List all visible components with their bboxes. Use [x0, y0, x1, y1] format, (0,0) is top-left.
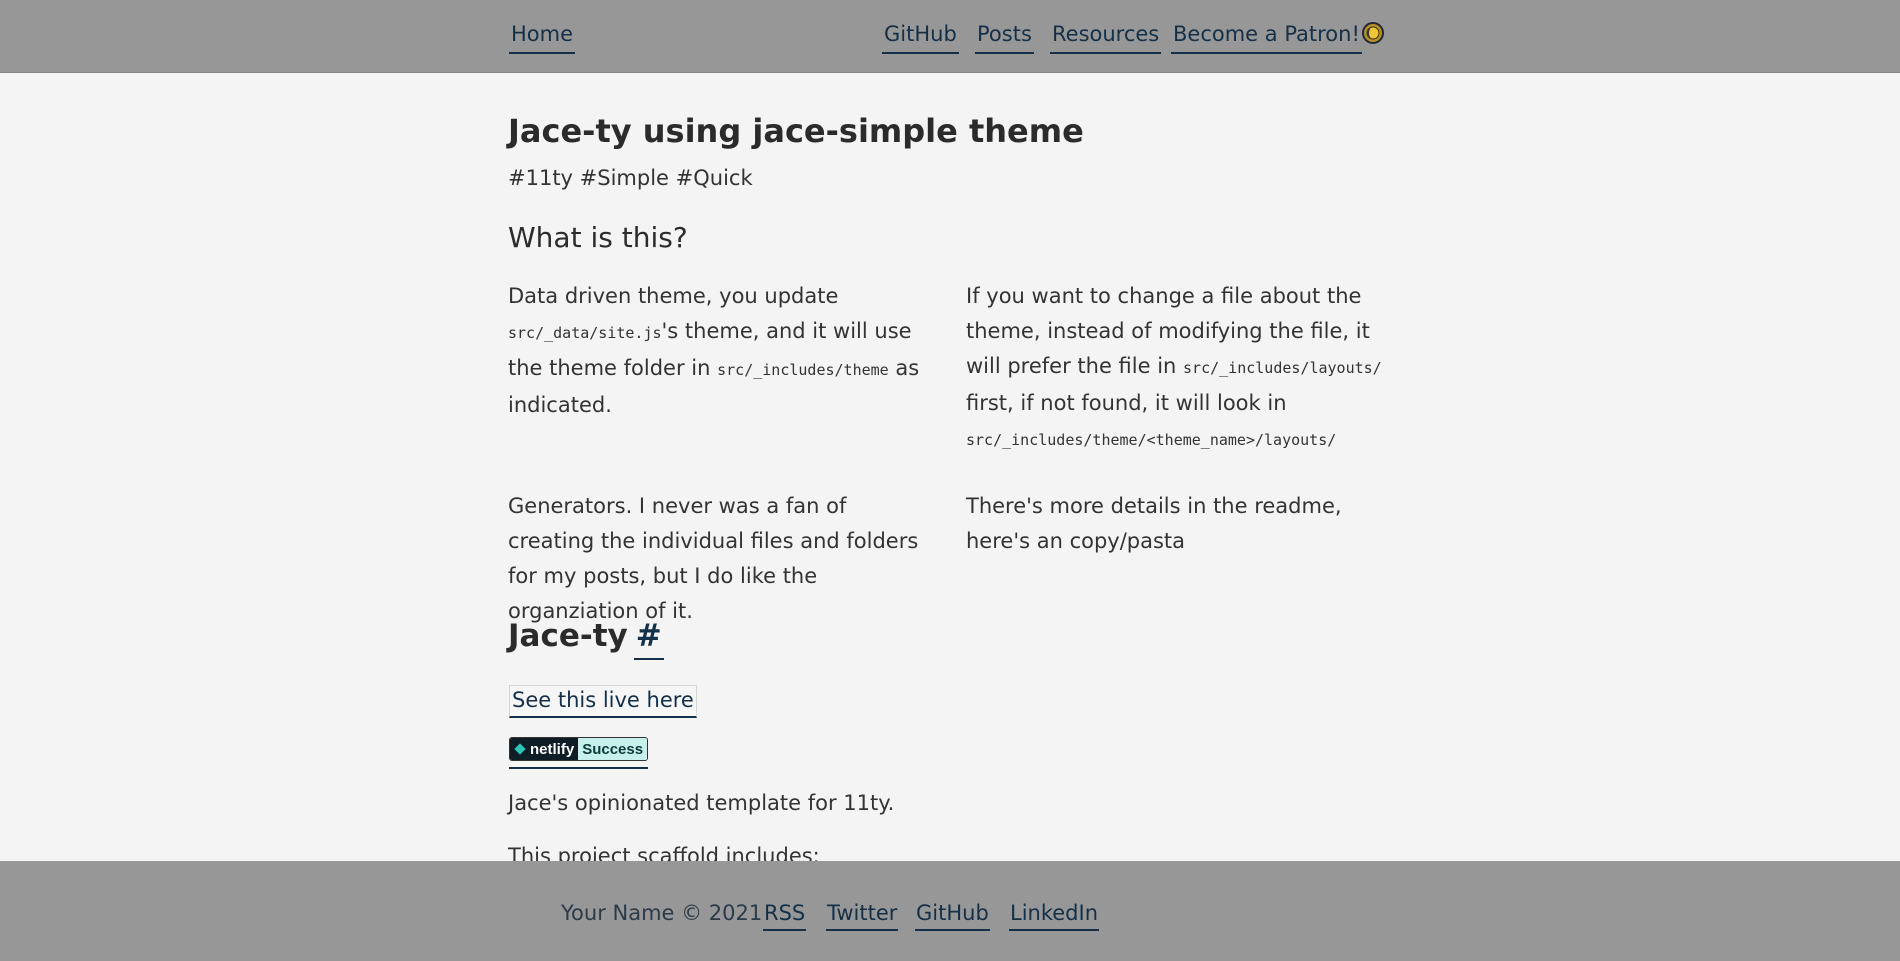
nav-posts-link[interactable]: Posts: [975, 20, 1034, 54]
netlify-status-badge-link[interactable]: netlify Success: [509, 737, 649, 769]
subheading-text: Jace-ty: [508, 618, 628, 654]
badge-success-label: Success: [578, 738, 648, 760]
netlify-logo-icon: [514, 743, 526, 755]
nav-resources-link[interactable]: Resources: [1050, 20, 1162, 54]
paragraph-readme: There's more details in the readme, here…: [966, 494, 1342, 553]
paragraph-text: Data driven theme, you update: [508, 284, 839, 308]
site-header: Home GitHub Posts Resources Become a Pat…: [0, 0, 1900, 73]
nav-github-link[interactable]: GitHub: [882, 20, 959, 54]
badge-netlify-label: netlify: [530, 740, 575, 758]
project-description: Jace's opinionated template for 11ty.: [508, 791, 895, 815]
theme-toggle-icon[interactable]: [1362, 22, 1384, 44]
code-snippet: src/_includes/theme: [717, 361, 889, 379]
footer-twitter-link[interactable]: Twitter: [826, 901, 899, 931]
code-snippet: src/_includes/theme/<theme_name>/layouts…: [966, 431, 1337, 449]
page-title: Jace-ty using jace-simple theme: [508, 112, 1084, 150]
nav-patron-link[interactable]: Become a Patron!: [1171, 20, 1362, 54]
paragraph-data-driven: Data driven theme, you update src/_data/…: [508, 279, 938, 423]
paragraph-layout-override: If you want to change a file about the t…: [966, 279, 1396, 458]
code-snippet: src/_includes/layouts/: [1183, 359, 1382, 377]
heading-anchor-link[interactable]: #: [633, 618, 664, 660]
netlify-status-badge: netlify Success: [509, 737, 649, 761]
footer-copyright: Your Name © 2021: [561, 901, 763, 925]
footer-github-link[interactable]: GitHub: [915, 901, 990, 931]
paragraph-generators: Generators. I never was a fan of creatin…: [508, 494, 919, 623]
post-tags: #11ty #Simple #Quick: [508, 166, 753, 190]
nav-home-link[interactable]: Home: [509, 20, 576, 54]
subheading-jace-ty: Jace-ty #: [508, 618, 664, 660]
paragraph-text: first, if not found, it will look in: [966, 391, 1287, 415]
see-live-link[interactable]: See this live here: [509, 685, 697, 718]
badge-left: netlify: [510, 738, 579, 760]
footer-rss-link[interactable]: RSS: [763, 901, 807, 931]
code-snippet: src/_data/site.js: [508, 324, 662, 342]
footer-linkedin-link[interactable]: LinkedIn: [1009, 901, 1100, 931]
section-heading: What is this?: [508, 221, 688, 254]
